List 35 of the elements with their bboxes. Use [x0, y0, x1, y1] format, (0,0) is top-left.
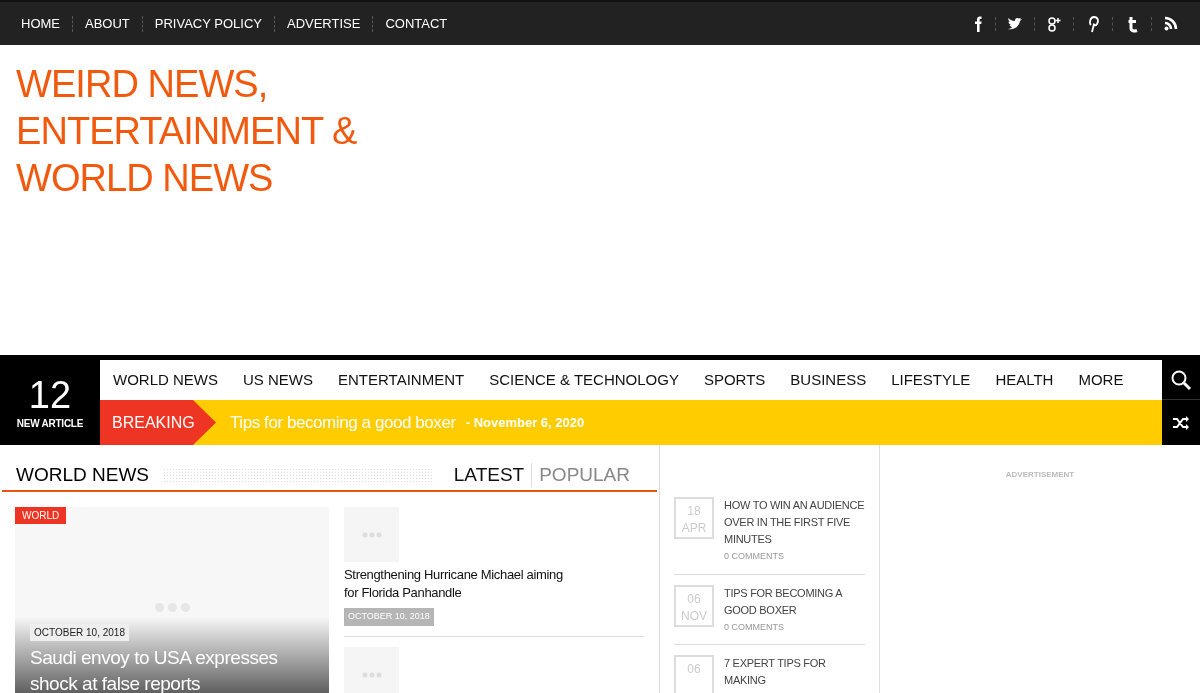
- shuffle-icon[interactable]: [1172, 414, 1190, 431]
- article-thumbnail[interactable]: [344, 647, 399, 693]
- main-menu-link[interactable]: WORLD NEWS: [113, 368, 218, 392]
- main-menu-link[interactable]: ENTERTAINMENT: [338, 368, 465, 392]
- popular-post-title[interactable]: 7 EXPERT TIPS FOR MAKING: [724, 655, 865, 689]
- breaking-label: BREAKING: [100, 400, 216, 445]
- main-menu-link[interactable]: HEALTH: [995, 368, 1054, 392]
- top-menu-link[interactable]: HOME: [20, 13, 61, 34]
- main-menu-link[interactable]: SPORTS: [703, 368, 766, 392]
- main-menu-link[interactable]: US NEWS: [243, 368, 313, 392]
- main-menu-link[interactable]: MORE: [1078, 368, 1124, 392]
- section-tab[interactable]: LATEST: [446, 463, 532, 487]
- main-menu-link[interactable]: LIFESTYLE: [891, 368, 971, 392]
- advertisement-label: ADVERTISEMENT: [1005, 469, 1075, 479]
- top-menu-link[interactable]: ADVERTISE: [285, 13, 362, 34]
- main-menu-link[interactable]: SCIENCE & TECHNOLOGY: [489, 368, 679, 392]
- main-menu-link[interactable]: BUSINESS: [790, 368, 867, 392]
- article-thumbnail[interactable]: [344, 507, 399, 562]
- popular-post-title[interactable]: HOW TO WIN AN AUDIENCE OVER IN THE FIRST FIVE MINUTES: [724, 497, 865, 548]
- date-badge: OCTOBER 10, 2018: [30, 624, 129, 641]
- article-count-label: NEW ARTICLE: [16, 417, 84, 431]
- search-icon[interactable]: [1170, 368, 1192, 391]
- section-tab[interactable]: POPULAR: [531, 463, 637, 487]
- article-title[interactable]: Strengthening Hurricane Michael aiming for Florida Panhandle: [344, 566, 574, 602]
- popular-post-title[interactable]: TIPS FOR BECOMING A GOOD BOXER: [724, 584, 865, 619]
- top-menu-link[interactable]: PRIVACY POLICY: [153, 13, 263, 34]
- section-title: WORLD NEWS: [16, 463, 149, 487]
- article-count: 12: [28, 374, 72, 416]
- category-tag[interactable]: WORLD: [15, 507, 67, 524]
- top-menu-link[interactable]: ABOUT: [84, 13, 131, 34]
- top-menu-link[interactable]: CONTACT: [384, 13, 449, 34]
- date-badge: OCTOBER 10, 2018: [344, 608, 434, 626]
- breaking-date: - November 6, 2020: [465, 413, 585, 432]
- google-plus-icon[interactable]: [1045, 14, 1063, 33]
- rss-icon[interactable]: [1162, 14, 1180, 33]
